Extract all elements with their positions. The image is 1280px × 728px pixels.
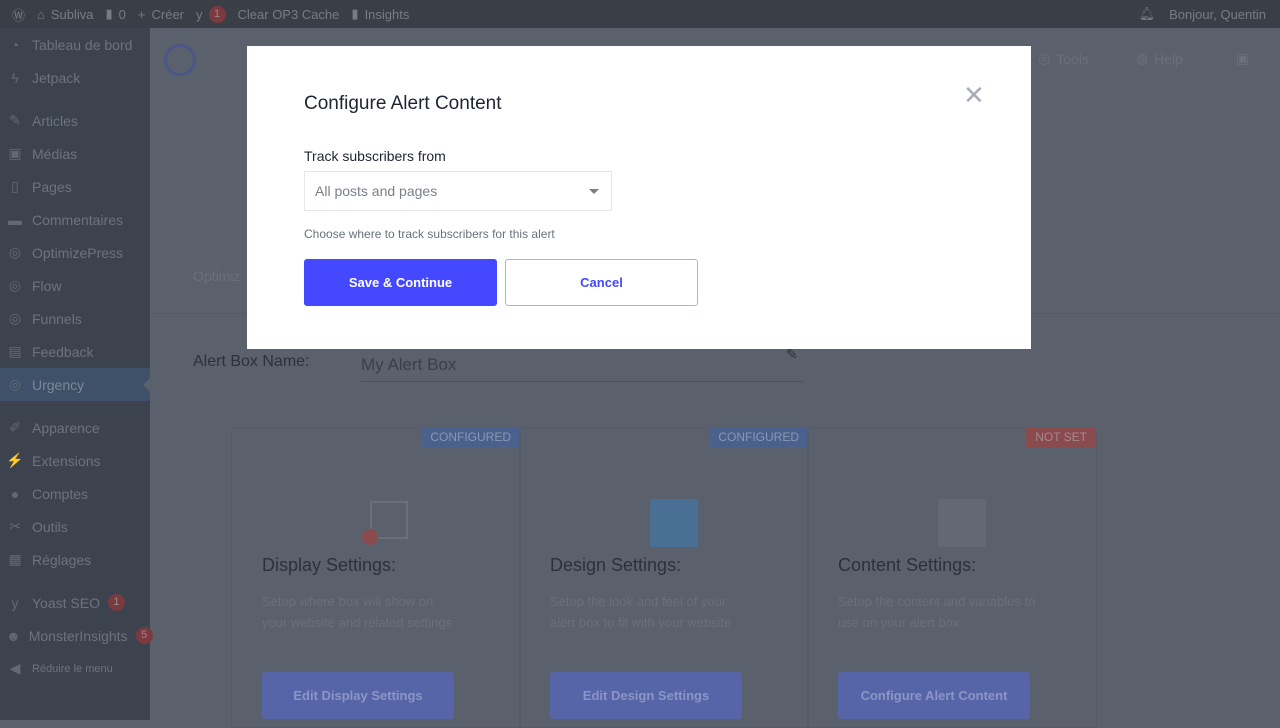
- modal-title: Configure Alert Content: [304, 93, 502, 114]
- fullscreen-icon[interactable]: ▣: [1236, 50, 1249, 67]
- target-icon: ◎: [1038, 50, 1051, 66]
- sidebar-item-optimizepress[interactable]: ◎ OptimizePress: [0, 236, 150, 269]
- rocket-icon: ◎: [8, 376, 22, 392]
- sidebar-item-urgency[interactable]: ◎ Urgency: [0, 368, 150, 401]
- yoast-icon: y: [11, 594, 19, 611]
- plus-icon: +: [137, 6, 146, 22]
- configure-alert-modal: Configure Alert Content ✕ Track subscrib…: [247, 46, 1031, 349]
- card-description: Setup where box will show on your websit…: [262, 594, 453, 630]
- collapse-menu[interactable]: ◀ Réduire le menu: [0, 652, 150, 685]
- sidebar-item-extensions[interactable]: ⚡ Extensions: [0, 444, 150, 477]
- card-button[interactable]: Edit Display Settings: [262, 672, 454, 719]
- sidebar-item-commentaires[interactable]: ▬ Commentaires: [0, 203, 150, 236]
- status-badge: CONFIGURED: [421, 427, 520, 447]
- status-badge: CONFIGURED: [709, 427, 808, 447]
- track-subscribers-label: Track subscribers from: [304, 148, 446, 164]
- card-button[interactable]: Configure Alert Content: [838, 672, 1030, 719]
- admin-bar: Ⓦ ⌂ Subliva ▮ 0 + Créer y1 Clear OP3 Cache …: [0, 0, 1280, 28]
- tab-optimize[interactable]: Optimiz: [193, 268, 240, 284]
- wordpress-logo-icon[interactable]: Ⓦ: [12, 5, 25, 24]
- wrench-icon: ✂: [9, 518, 21, 534]
- sidebar-item-comptes[interactable]: ● Comptes: [0, 477, 150, 510]
- card-illustration-icon: [362, 499, 410, 547]
- sidebar-item-r-glages[interactable]: ▦ Réglages: [0, 543, 150, 576]
- help-link[interactable]: ◍ Help: [1136, 50, 1183, 67]
- sidebar-item-funnels[interactable]: ◎ Funnels: [0, 302, 150, 335]
- menu-separator: [0, 94, 150, 104]
- collapse-icon: ◀: [9, 660, 21, 676]
- card-title: Display Settings:: [262, 555, 397, 575]
- monster-icon: ☻: [6, 627, 21, 644]
- site-link[interactable]: ⌂ Subliva: [37, 7, 94, 22]
- rocket-icon: ◎: [8, 277, 22, 293]
- create-link[interactable]: + Créer: [138, 7, 184, 22]
- card-title: Content Settings:: [838, 555, 977, 575]
- alert-box-name-input[interactable]: My Alert Box: [361, 350, 803, 382]
- yoast-icon: y: [196, 6, 203, 22]
- plugin-icon: ⚡: [6, 452, 24, 468]
- sidebar-item-m-dias[interactable]: ▣ Médias: [0, 137, 150, 170]
- brush-icon: ✐: [9, 419, 21, 435]
- menu-separator: [0, 576, 150, 586]
- track-subscribers-select[interactable]: All posts and pages: [304, 171, 612, 211]
- sidebar-item-monsterinsights[interactable]: ☻ MonsterInsights 5: [0, 619, 153, 652]
- card-illustration-icon: [650, 499, 698, 547]
- card-description: Setup the content and variables to use o…: [838, 594, 1036, 630]
- comments-link[interactable]: ▮ 0: [106, 6, 126, 22]
- sidebar-item-tableau-de-bord[interactable]: ◔ Tableau de bord: [0, 28, 150, 61]
- lifebuoy-icon: ◍: [1136, 50, 1149, 66]
- settings-card: CONFIGURED Design Settings: Setup the lo…: [519, 427, 809, 728]
- card-illustration-icon: [938, 499, 986, 547]
- sidebar-item-articles[interactable]: ✎ Articles: [0, 104, 150, 137]
- settings-card: CONFIGURED Display Settings: Setup where…: [231, 427, 521, 728]
- home-icon: ⌂: [37, 6, 45, 22]
- rocket-icon: ◎: [8, 310, 22, 326]
- tools-link[interactable]: ◎ Tools: [1038, 50, 1089, 67]
- media-icon: ▣: [8, 145, 22, 161]
- help-text: Choose where to track subscribers for th…: [304, 227, 555, 241]
- sidebar-item-apparence[interactable]: ✐ Apparence: [0, 411, 150, 444]
- yoast-link[interactable]: y1: [196, 5, 226, 23]
- card-description: Setup the look and feel of your alert bo…: [550, 594, 732, 630]
- card-button[interactable]: Edit Design Settings: [550, 672, 742, 719]
- sidebar-item-jetpack[interactable]: ϟ Jetpack: [0, 61, 150, 94]
- comment-icon: ▬: [8, 211, 22, 228]
- insights-link[interactable]: ▮ Insights: [351, 6, 409, 22]
- count-badge: 1: [107, 594, 125, 611]
- save-continue-button[interactable]: Save & Continue: [304, 259, 497, 306]
- settings-card: NOT SET Content Settings: Setup the cont…: [807, 427, 1097, 728]
- status-badge: NOT SET: [1026, 427, 1096, 447]
- clear-cache-link[interactable]: Clear OP3 Cache: [238, 7, 340, 22]
- bell-icon[interactable]: 🔔︎: [1139, 6, 1156, 22]
- urgency-logo-icon: [164, 44, 196, 76]
- menu-separator: [0, 401, 150, 411]
- rocket-icon: ◎: [8, 244, 22, 260]
- sidebar: ◔ Tableau de bord ϟ Jetpack ✎ Articles ▣ Médias…: [0, 28, 153, 720]
- dashboard-icon: ◔: [10, 36, 20, 53]
- card-title: Design Settings:: [550, 555, 682, 575]
- user-icon: ●: [10, 485, 20, 502]
- alert-box-name-label: Alert Box Name:: [193, 353, 310, 370]
- sidebar-item-outils[interactable]: ✂ Outils: [0, 510, 150, 543]
- sidebar-item-flow[interactable]: ◎ Flow: [0, 269, 150, 302]
- pages-icon: ▯: [11, 178, 19, 194]
- cancel-button[interactable]: Cancel: [505, 259, 698, 306]
- sidebar-item-yoast-seo[interactable]: y Yoast SEO 1: [0, 586, 150, 619]
- bar-chart-icon: ▮: [351, 6, 359, 21]
- sidebar-item-feedback[interactable]: ▤ Feedback: [0, 335, 150, 368]
- sidebar-item-pages[interactable]: ▯ Pages: [0, 170, 150, 203]
- greeting[interactable]: Bonjour, Quentin: [1169, 7, 1266, 22]
- chevron-down-icon: [589, 189, 599, 199]
- jetpack-icon: ϟ: [11, 69, 19, 86]
- feedback-icon: ▤: [8, 343, 22, 359]
- close-icon[interactable]: ✕: [963, 80, 985, 111]
- settings-icon: ▦: [8, 551, 22, 567]
- comment-icon: ▮: [105, 6, 113, 21]
- pin-icon: ✎: [9, 112, 21, 128]
